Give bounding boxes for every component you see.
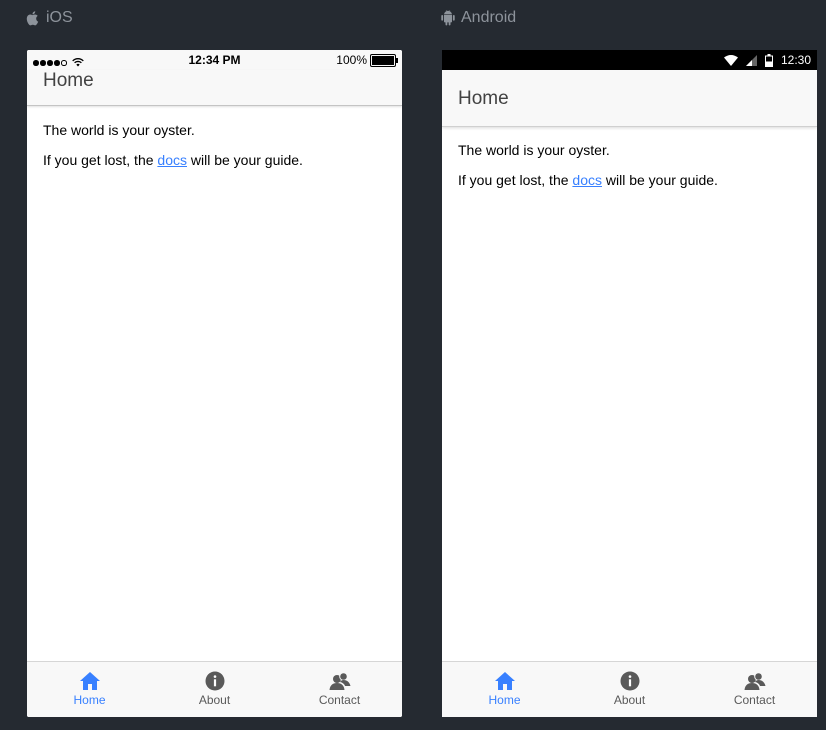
android-toolbar: Home (442, 70, 817, 127)
guide-text: If you get lost, the docs will be your g… (43, 152, 303, 168)
android-label-text: Android (461, 9, 517, 26)
battery-percent: 100% (336, 53, 367, 67)
page-content: The world is your oyster. If you get los… (43, 122, 386, 182)
intro-text: The world is your oyster. (458, 142, 610, 158)
tab-bar: Home About Contact (27, 661, 402, 717)
android-icon (441, 10, 455, 26)
ios-toolbar: Home (27, 70, 402, 106)
tab-contact[interactable]: Contact (692, 662, 817, 717)
ios-battery: 100% (336, 53, 398, 67)
battery-icon (370, 53, 398, 67)
tab-contact[interactable]: Contact (277, 662, 402, 717)
ios-label-text: iOS (46, 9, 73, 26)
page-content: The world is your oyster. If you get los… (458, 142, 801, 202)
page-title: Home (458, 88, 509, 109)
tab-about[interactable]: About (152, 662, 277, 717)
apple-icon (26, 10, 40, 26)
wifi-icon (723, 54, 738, 66)
info-icon (619, 671, 641, 691)
android-platform-label: Android (441, 9, 516, 27)
info-icon (204, 671, 226, 691)
ios-status-bar: 12:34 PM 100% (27, 50, 402, 70)
page-title: Home (43, 70, 94, 91)
ios-platform-label: iOS (26, 9, 73, 27)
guide-text: If you get lost, the docs will be your g… (458, 172, 718, 188)
contacts-icon (744, 671, 766, 691)
cellular-signal-icon (745, 54, 757, 66)
tab-home[interactable]: Home (442, 662, 567, 717)
tab-home[interactable]: Home (27, 662, 152, 717)
tab-bar: Home About Contact (442, 661, 817, 717)
android-phone-preview: 12:30 Home The world is your oyster. If … (442, 50, 817, 717)
home-icon (494, 671, 516, 691)
tab-about[interactable]: About (567, 662, 692, 717)
docs-link[interactable]: docs (157, 152, 187, 168)
android-status-bar: 12:30 (442, 50, 817, 70)
home-icon (79, 671, 101, 691)
contacts-icon (329, 671, 351, 691)
android-status-time: 12:30 (780, 53, 811, 67)
docs-link[interactable]: docs (572, 172, 602, 188)
intro-text: The world is your oyster. (43, 122, 195, 138)
ios-phone-preview: 12:34 PM 100% Home The world is your oys… (27, 50, 402, 717)
battery-icon (764, 53, 773, 67)
